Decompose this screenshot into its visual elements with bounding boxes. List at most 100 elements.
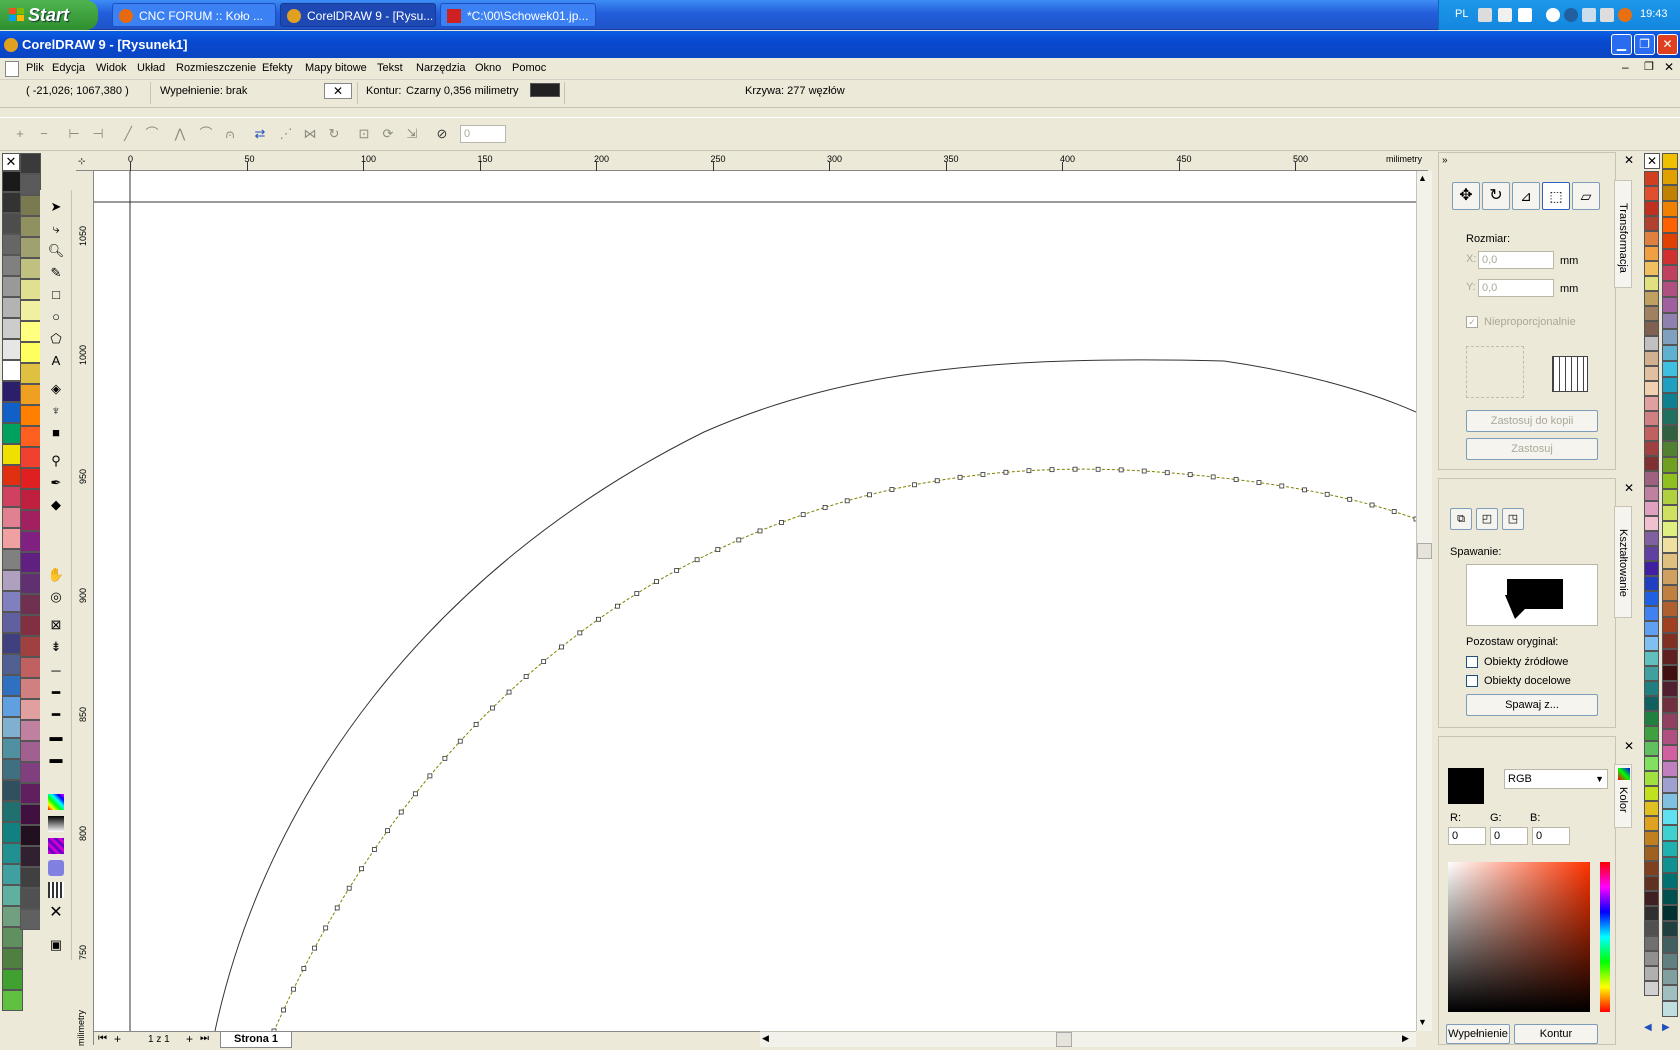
palette-swatch[interactable] [1662,697,1678,713]
curve-node[interactable] [473,721,479,727]
shaping-close-icon[interactable]: ✕ [1624,481,1634,495]
palette-swatch[interactable] [1662,329,1678,345]
no-fill-swatch[interactable]: ✕ [324,83,352,99]
trim-icon[interactable]: ◰ [1476,508,1498,530]
palette-swatch[interactable] [20,258,41,279]
source-objects-checkbox[interactable] [1466,656,1478,668]
g-input[interactable]: 0 [1490,827,1528,845]
curve-node[interactable] [398,809,404,815]
palette-swatch[interactable] [1644,846,1659,861]
curve-node[interactable] [1187,472,1193,478]
transparency-tool-icon[interactable]: ♆ [46,402,66,420]
palette-swatch[interactable] [1644,711,1659,726]
palette-swatch[interactable] [20,426,41,447]
curve-node[interactable] [371,847,377,852]
add-node-icon[interactable]: + [12,127,28,141]
color-docker-icon[interactable]: ▣ [46,936,66,954]
drawing-canvas[interactable] [94,171,1416,1031]
palette-swatch[interactable] [1644,741,1659,756]
height-input[interactable]: 0,0 [1478,279,1554,297]
palette-swatch[interactable] [20,783,41,804]
curve-node[interactable] [457,738,463,744]
outline-pen-icon[interactable]: ⇟ [46,638,66,656]
palette-swatch[interactable] [1644,366,1659,381]
network-icon[interactable] [1564,8,1578,22]
selected-arc-curve[interactable] [273,468,1416,1031]
palette-swatch[interactable] [1662,777,1678,793]
palette-swatch[interactable] [20,909,41,930]
palette-swatch[interactable] [20,699,41,720]
no-fill-icon[interactable]: ✕ [46,904,66,922]
to-line-icon[interactable]: ╱ [120,127,136,141]
ruler-origin-icon[interactable]: ⊹ [78,156,86,167]
scale-mirror-icon[interactable]: ⊿ [1512,182,1540,210]
horizontal-scroll-thumb[interactable] [1056,1032,1072,1047]
thick-outline-icon[interactable]: ▬ [46,728,66,746]
palette-swatch[interactable] [1662,985,1678,1001]
menu-item[interactable]: Plik [26,62,44,74]
extract-subpath-icon[interactable]: ⋈ [302,127,318,141]
curve-node[interactable] [312,945,317,951]
palette-swatch[interactable] [20,321,41,342]
palette-swatch[interactable] [1662,649,1678,665]
curve-node[interactable] [346,885,352,891]
weld-to-button[interactable]: Spawaj z... [1466,694,1598,716]
curve-node[interactable] [1072,466,1078,472]
palette-swatch[interactable] [1662,633,1678,649]
b-input[interactable]: 0 [1532,827,1570,845]
doc-close-button[interactable]: ✕ [1664,60,1674,74]
palette-swatch[interactable] [20,678,41,699]
document-icon[interactable] [5,61,19,77]
outer-arc-curve[interactable] [214,359,1416,1031]
palette-swatch[interactable] [20,153,41,174]
palette-swatch[interactable] [20,195,41,216]
nonproportional-checkbox[interactable]: ✓ [1466,316,1478,328]
uniform-fill-icon[interactable] [48,794,64,810]
hue-slider[interactable] [1600,862,1610,1012]
horizontal-scrollbar[interactable]: ◀ ▶ [760,1031,1416,1047]
add-page-after-icon[interactable]: + [186,1032,193,1046]
curve-node[interactable] [1118,467,1124,473]
width-input[interactable]: 0,0 [1478,251,1554,269]
target-objects-checkbox[interactable] [1466,675,1478,687]
palette-swatch[interactable] [1662,873,1678,889]
keyboard-icon[interactable] [1478,8,1492,22]
palette-swatch[interactable] [20,594,41,615]
palette-swatch[interactable] [20,405,41,426]
color-close-icon[interactable]: ✕ [1624,739,1634,753]
curve-node[interactable] [980,472,986,477]
rectangle-tool-icon[interactable]: □ [46,286,66,304]
doc-restore-button[interactable]: ❐ [1644,60,1654,73]
palette-swatch[interactable] [1644,381,1659,396]
curve-node[interactable] [1391,509,1397,514]
palette-swatch[interactable] [1644,201,1659,216]
apply-to-copy-button[interactable]: Zastosuj do kopii [1466,410,1598,432]
palette-swatch[interactable] [20,447,41,468]
palette-swatch[interactable] [1644,801,1659,816]
palette-swatch[interactable] [1662,569,1678,585]
palette-swatch[interactable] [20,636,41,657]
curve-node[interactable] [654,579,659,584]
palette-swatch[interactable] [1662,809,1678,825]
pattern-fill-icon[interactable] [48,838,64,854]
scroll-right-icon[interactable]: ▶ [1402,1033,1409,1044]
palette-swatch[interactable] [1644,936,1659,951]
palette-swatch[interactable] [1644,531,1659,546]
curve-node[interactable] [912,482,917,488]
align-nodes-icon[interactable]: ⇲ [404,127,420,141]
fill-tool-icon[interactable]: ◆ [46,496,66,514]
no-color-swatch[interactable]: ✕ [2,153,20,171]
tray-app-icon[interactable] [1518,8,1532,22]
curve-node[interactable] [541,659,547,664]
palette-swatch[interactable] [1644,966,1659,981]
texture-fill-icon[interactable] [48,860,64,876]
color-picker-area[interactable] [1448,862,1590,1012]
palette-swatch[interactable] [20,531,41,552]
palette-swatch[interactable] [1644,861,1659,876]
palette-swatch[interactable] [1644,471,1659,486]
palette-swatch[interactable] [1662,745,1678,761]
reverse-direction-icon[interactable]: ⇄ [252,127,268,141]
curve-node[interactable] [577,630,583,636]
delete-node-icon[interactable]: − [36,127,52,141]
palette-swatch[interactable] [1662,185,1678,201]
